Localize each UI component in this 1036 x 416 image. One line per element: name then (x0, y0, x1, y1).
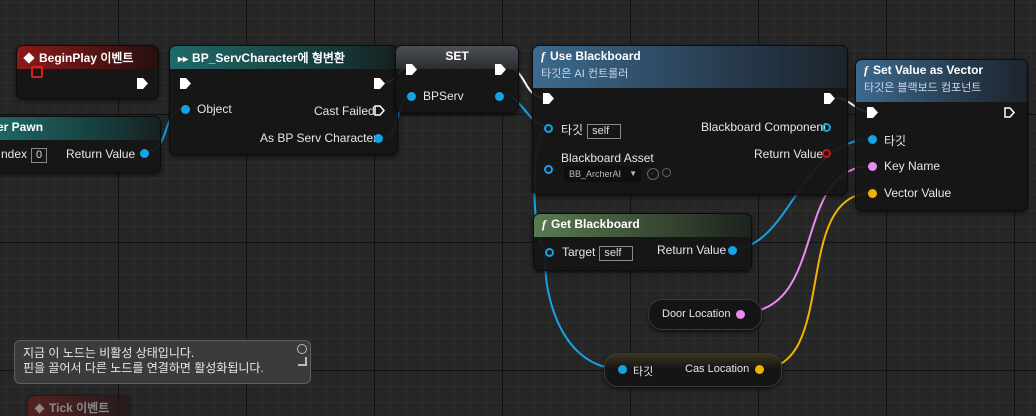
get-blackboard-node[interactable]: f Get Blackboard Target self Return Value (533, 213, 752, 271)
tick-event-node[interactable]: Tick 이벤트 (27, 395, 130, 416)
target-label: Target (562, 245, 596, 259)
blackboard-asset-label: Blackboard Asset (561, 151, 654, 165)
exec-in-pin[interactable] (180, 78, 191, 89)
target-pin-row: 타깃 self (561, 121, 622, 139)
blackboard-asset-pin[interactable] (544, 165, 553, 174)
vector-wire (759, 192, 873, 370)
node-subtitle: 타깃은 AI 컨트롤러 (541, 68, 629, 80)
tooltip-line-1: 지금 이 노드는 비활성 상태입니다. (23, 346, 195, 360)
blackboard-component-label: Blackboard Component (701, 120, 827, 134)
bpserv-in-pin[interactable] (407, 92, 416, 101)
node-title: Get Blackboard (551, 217, 640, 231)
node-header: f Use Blackboard 타깃은 AI 컨트롤러 (533, 46, 847, 88)
node-header: ▸▸ BP_ServCharacter에 형변환 (170, 46, 397, 69)
set-value-as-vector-node[interactable]: f Set Value as Vector 타깃은 블랙보드 컴포넌트 타깃 Key… (855, 59, 1028, 211)
delegate-pin-icon[interactable] (31, 66, 43, 78)
as-bp-serv-character-label: As BP Serv Character (260, 131, 378, 145)
set-bpserv-node[interactable]: SET BPServ (395, 45, 519, 113)
node-title: BeginPlay 이벤트 (39, 51, 134, 65)
exec-in-pin[interactable] (543, 93, 554, 104)
asset-value: BB_ArcherAI (569, 169, 622, 179)
exec-out-pin[interactable] (374, 78, 385, 89)
tooltip-line-2: 핀을 끌어서 다른 노드를 연결하면 활성화됩니다. (23, 361, 264, 375)
node-title: BP_ServCharacter에 형변환 (192, 51, 345, 65)
cas-location-variable-node[interactable]: 타깃 Cas Location (604, 353, 782, 387)
as-bp-serv-character-pin[interactable] (374, 134, 383, 143)
node-title: Use Blackboard (550, 49, 641, 63)
node-header: f Set Value as Vector 타깃은 블랙보드 컴포넌트 (856, 60, 1027, 102)
player-index-label: ndex (1, 147, 28, 161)
node-header: er Pawn (0, 117, 160, 140)
node-title: er Pawn (0, 120, 44, 134)
vector-value-pin[interactable] (868, 189, 877, 198)
door-location-out-pin[interactable] (736, 310, 745, 319)
return-value-label: Return Value (754, 147, 824, 161)
player-index-input[interactable]: 0 (31, 148, 48, 163)
vector-value-label: Vector Value (884, 186, 952, 200)
target-pin[interactable] (545, 248, 554, 257)
cast-failed-label: Cast Failed (314, 104, 375, 118)
object-pin[interactable] (181, 105, 190, 114)
node-header: BeginPlay 이벤트 (17, 46, 158, 78)
node-subtitle: 타깃은 블랙보드 컴포넌트 (864, 82, 982, 94)
target-self-field[interactable]: self (587, 124, 622, 139)
exec-out-pin[interactable] (495, 64, 506, 75)
node-header: Tick 이벤트 (28, 396, 129, 416)
blackboard-component-pin[interactable] (822, 123, 831, 132)
begin-play-event-node[interactable]: BeginPlay 이벤트 (16, 45, 159, 99)
browse-asset-search-icon[interactable] (662, 168, 671, 177)
target-label: 타깃 (884, 134, 907, 148)
exec-out-pin[interactable] (137, 78, 148, 89)
disabled-node-tooltip: 지금 이 노드는 비활성 상태입니다. 핀을 끌어서 다른 노드를 연결하면 활… (14, 340, 311, 384)
return-value-label: Return Value (66, 147, 136, 161)
blackboard-asset-dropdown[interactable]: BB_ArcherAI ▼ (564, 166, 641, 182)
blueprint-graph-canvas[interactable]: BeginPlay 이벤트 er Pawn ndex 0 Return Value… (0, 0, 1036, 416)
exec-out-pin[interactable] (1004, 107, 1015, 118)
resize-grip-icon[interactable] (298, 357, 307, 366)
target-pin[interactable] (544, 124, 553, 133)
function-icon: f (542, 217, 546, 231)
node-title: Tick 이벤트 (49, 401, 110, 415)
variable-label: Cas Location (685, 363, 750, 375)
function-icon: f (864, 63, 868, 77)
target-label: 타깃 (633, 366, 654, 378)
return-value-pin[interactable] (822, 149, 831, 158)
cast-to-bp-servcharacter-node[interactable]: ▸▸ BP_ServCharacter에 형변환 Object Cast Fail… (169, 45, 398, 155)
door-location-variable-node[interactable]: Door Location (648, 299, 762, 330)
return-value-pin[interactable] (140, 149, 149, 158)
target-label: 타깃 (561, 123, 584, 137)
exec-in-pin[interactable] (867, 107, 878, 118)
player-index-pin-row: ndex 0 (1, 147, 48, 163)
event-diamond-icon (23, 52, 35, 64)
exec-out-pin[interactable] (824, 93, 835, 104)
node-title: Set Value as Vector (873, 63, 984, 77)
return-value-pin[interactable] (728, 246, 737, 255)
target-pin-row: Target self (562, 245, 634, 261)
exec-in-pin[interactable] (406, 64, 417, 75)
function-icon: f (541, 49, 545, 63)
target-self-field[interactable]: self (599, 246, 634, 261)
node-title: SET (445, 49, 469, 63)
cast-arrows-icon: ▸▸ (178, 54, 189, 65)
use-selected-asset-icon[interactable]: ← (647, 168, 659, 180)
pin-icon[interactable] (297, 344, 307, 354)
bpserv-out-pin[interactable] (495, 92, 504, 101)
cas-location-out-pin[interactable] (755, 365, 764, 374)
chevron-down-icon: ▼ (629, 169, 637, 178)
target-pin[interactable] (618, 365, 627, 374)
get-player-pawn-node[interactable]: er Pawn ndex 0 Return Value (0, 116, 161, 173)
target-pin[interactable] (868, 135, 877, 144)
key-name-label: Key Name (884, 159, 941, 173)
return-value-label: Return Value (657, 243, 727, 257)
object-label: Object (197, 102, 232, 116)
use-blackboard-node[interactable]: f Use Blackboard 타깃은 AI 컨트롤러 타깃 self Blackb… (532, 45, 848, 195)
event-diamond-icon (34, 403, 45, 414)
key-name-pin[interactable] (868, 162, 877, 171)
bpserv-label: BPServ (423, 89, 464, 103)
variable-label: Door Location (662, 308, 731, 320)
node-header: f Get Blackboard (534, 214, 751, 237)
cast-failed-exec-pin[interactable] (374, 105, 385, 116)
